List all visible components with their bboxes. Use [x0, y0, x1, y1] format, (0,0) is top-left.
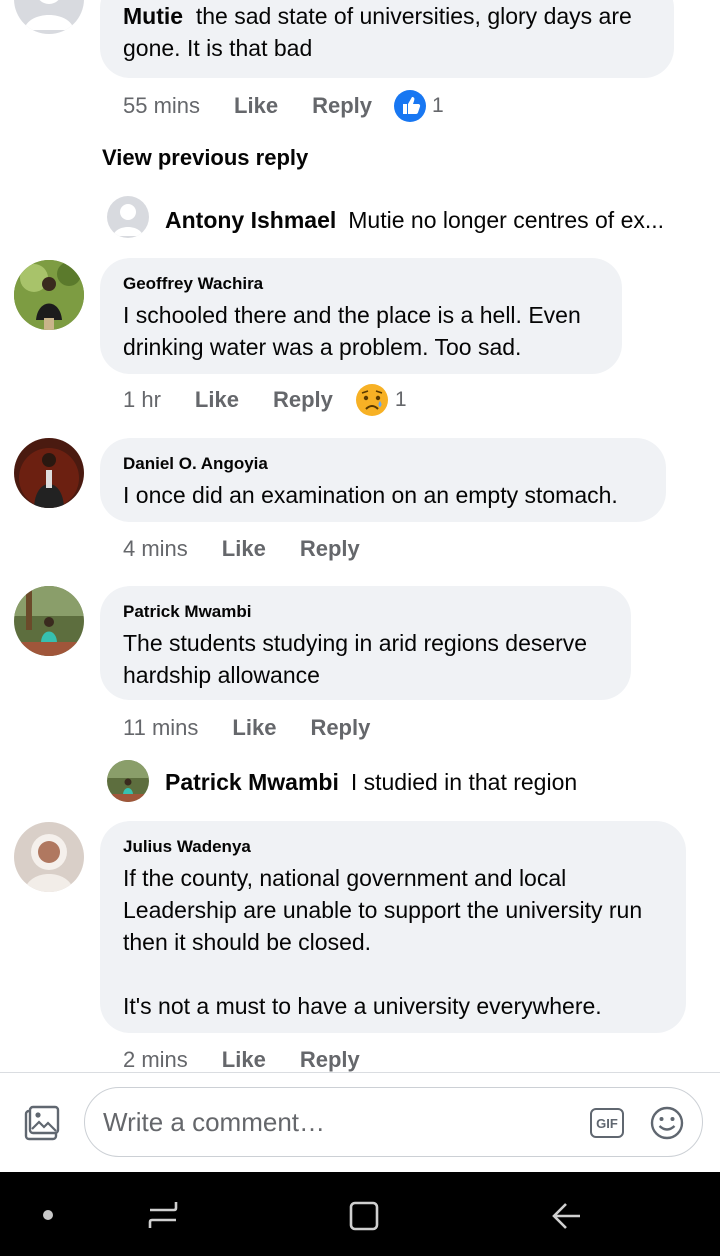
- comment-bubble: Patrick Mwambi The students studying in …: [100, 586, 631, 700]
- comment-time[interactable]: 11 mins: [123, 715, 198, 741]
- reply-button[interactable]: Reply: [300, 536, 360, 562]
- like-button[interactable]: Like: [195, 387, 239, 413]
- home-icon[interactable]: [348, 1200, 380, 1232]
- avatar[interactable]: [107, 760, 149, 802]
- emoji-icon[interactable]: [649, 1105, 685, 1141]
- comment-time[interactable]: 1 hr: [123, 387, 161, 413]
- avatar[interactable]: [107, 196, 149, 238]
- comment-meta: 11 mins Like Reply: [123, 712, 404, 744]
- comment-bubble: Mutie the sad state of universities, glo…: [100, 0, 674, 78]
- photo-icon[interactable]: [22, 1105, 60, 1143]
- comment-meta: 4 mins Like Reply: [123, 533, 394, 565]
- reply-author[interactable]: Patrick Mwambi: [165, 769, 339, 795]
- reply-preview[interactable]: Patrick Mwambi I studied in that region: [165, 769, 577, 796]
- comment-time[interactable]: 4 mins: [123, 536, 188, 562]
- system-navigation-bar: [0, 1172, 720, 1256]
- reaction-count: 1: [394, 388, 407, 411]
- reply-button[interactable]: Reply: [310, 715, 370, 741]
- like-reaction-icon[interactable]: [394, 90, 426, 122]
- like-button[interactable]: Like: [234, 93, 278, 119]
- sad-reaction-icon[interactable]: [355, 383, 389, 417]
- recent-apps-icon[interactable]: [146, 1200, 180, 1230]
- reaction-count: 1: [432, 94, 444, 117]
- reply-text: I studied in that region: [350, 769, 578, 795]
- dot-icon[interactable]: [43, 1210, 53, 1220]
- comment-text: I schooled there and the place is a hell…: [123, 302, 588, 360]
- avatar[interactable]: [14, 586, 84, 656]
- like-button[interactable]: Like: [222, 1047, 266, 1073]
- comment-bubble: Geoffrey Wachira I schooled there and th…: [100, 258, 622, 374]
- reply-author[interactable]: Antony Ishmael: [165, 207, 336, 233]
- comment-composer-bar: Write a comment… GIF: [0, 1072, 720, 1173]
- comment-author[interactable]: Daniel O. Angoyia: [123, 454, 644, 474]
- reply-button[interactable]: Reply: [312, 93, 372, 119]
- view-previous-reply-link[interactable]: View previous reply: [102, 145, 308, 171]
- comment-bubble: Julius Wadenya If the county, national g…: [100, 821, 686, 1033]
- comment-time[interactable]: 55 mins: [123, 93, 200, 119]
- comment-meta: 55 mins Like Reply 1: [123, 90, 444, 122]
- back-icon[interactable]: [550, 1200, 582, 1232]
- comment-text: the sad state of universities, glory day…: [123, 3, 639, 61]
- reply-button[interactable]: Reply: [300, 1047, 360, 1073]
- comment-author[interactable]: Julius Wadenya: [123, 837, 664, 857]
- reply-text: Mutie no longer centres of ex...: [348, 207, 665, 233]
- comment-time[interactable]: 2 mins: [123, 1047, 188, 1073]
- comment-bubble: Daniel O. Angoyia I once did an examinat…: [100, 438, 666, 522]
- reply-button[interactable]: Reply: [273, 387, 333, 413]
- reply-preview[interactable]: Antony Ishmael Mutie no longer centres of…: [165, 207, 677, 234]
- comment-input-placeholder: Write a comment…: [103, 1107, 326, 1137]
- comment-text: If the county, national government and l…: [123, 865, 643, 1019]
- comment-author[interactable]: Patrick Mwambi: [123, 602, 609, 622]
- like-button[interactable]: Like: [232, 715, 276, 741]
- comment-input[interactable]: Write a comment… GIF: [84, 1087, 703, 1157]
- avatar[interactable]: [14, 438, 84, 508]
- gif-button[interactable]: GIF: [590, 1108, 624, 1138]
- comment-author[interactable]: Geoffrey Wachira: [123, 274, 600, 294]
- like-button[interactable]: Like: [222, 536, 266, 562]
- avatar[interactable]: [14, 822, 84, 892]
- avatar[interactable]: [14, 0, 84, 34]
- avatar[interactable]: [14, 260, 84, 330]
- comment-meta: 1 hr Like Reply 1: [123, 384, 407, 416]
- comment-text: The students studying in arid regions de…: [123, 630, 594, 688]
- comment-author[interactable]: Mutie: [123, 3, 183, 29]
- comment-text: I once did an examination on an empty st…: [123, 482, 618, 508]
